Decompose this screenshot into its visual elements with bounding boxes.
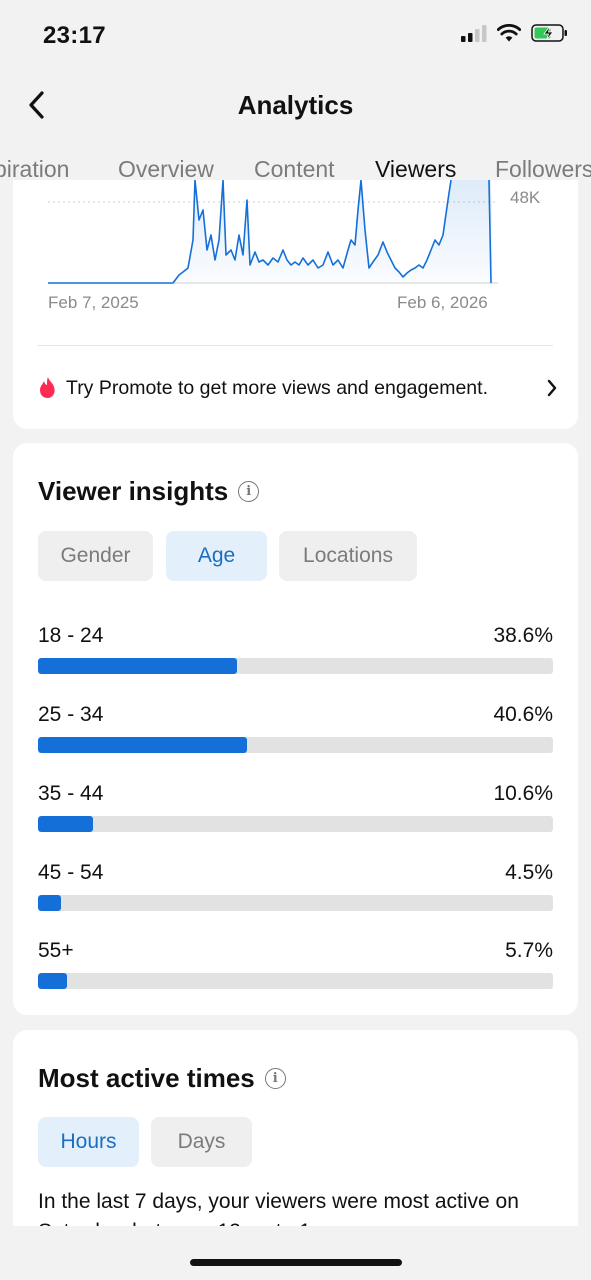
card-divider: [38, 345, 553, 346]
promote-link[interactable]: Try Promote to get more views and engage…: [38, 373, 558, 403]
chart-y-max-label: 48K: [510, 188, 541, 207]
age-row: 35 - 44 10.6%: [38, 782, 553, 842]
filter-locations[interactable]: Locations: [279, 531, 417, 581]
most-active-description: In the last 7 days, your viewers were mo…: [38, 1190, 519, 1226]
chevron-right-icon: [547, 379, 557, 397]
status-icons: [461, 24, 569, 42]
age-row: 55+ 5.7%: [38, 939, 553, 999]
battery-charging-icon: [531, 24, 567, 42]
age-bar-fill: [38, 737, 248, 753]
filter-days[interactable]: Days: [151, 1117, 252, 1167]
filter-hours[interactable]: Hours: [38, 1117, 139, 1167]
tab-content[interactable]: Content: [254, 156, 335, 183]
age-percentage: 40.6%: [493, 703, 553, 726]
age-label: 45 - 54: [38, 861, 104, 884]
age-label: 25 - 34: [38, 703, 104, 726]
viewer-insights-header: Viewer insights i: [38, 476, 260, 507]
flame-icon: [40, 377, 55, 398]
age-bar-track: [38, 816, 553, 832]
wifi-icon: [497, 24, 521, 42]
filter-age[interactable]: Age: [166, 531, 267, 581]
age-bar-fill: [38, 658, 237, 674]
chart-x-end-label: Feb 6, 2026: [397, 293, 488, 312]
signal-icon: [461, 24, 487, 42]
age-label: 35 - 44: [38, 782, 104, 805]
header: Analytics: [0, 70, 591, 140]
tab-overview[interactable]: Overview: [118, 156, 214, 183]
promote-text: Try Promote to get more views and engage…: [66, 376, 488, 399]
status-time: 23:17: [43, 22, 106, 49]
age-label: 55+: [38, 939, 74, 962]
age-bar-track: [38, 895, 553, 911]
viewer-insights-card: Viewer insights i Gender Age Locations 1…: [13, 443, 578, 1015]
page-title: Analytics: [237, 90, 354, 120]
info-icon[interactable]: i: [238, 481, 260, 502]
age-percentage: 5.7%: [505, 939, 553, 962]
home-indicator[interactable]: [190, 1259, 402, 1266]
most-active-title: Most active times: [38, 1063, 255, 1093]
views-chart-card: 48K Feb 7, 2025 Feb 6, 2026 Try Promote …: [13, 180, 578, 429]
age-bar-track: [38, 737, 553, 753]
filter-gender[interactable]: Gender: [38, 531, 153, 581]
age-percentage: 10.6%: [493, 782, 553, 805]
most-active-times-card: Most active times i Hours Days In the la…: [13, 1030, 578, 1226]
age-row: 45 - 54 4.5%: [38, 861, 553, 921]
chart-x-start-label: Feb 7, 2025: [48, 293, 139, 312]
tab-followers[interactable]: Followers: [495, 156, 591, 183]
tab-inspiration[interactable]: piration: [0, 156, 69, 183]
age-row: 25 - 34 40.6%: [38, 703, 553, 763]
tab-viewers[interactable]: Viewers: [375, 156, 456, 183]
info-icon[interactable]: i: [264, 1068, 286, 1089]
status-bar: 23:17: [0, 0, 591, 70]
age-bar-fill: [38, 816, 93, 832]
most-active-header: Most active times i: [38, 1063, 286, 1094]
views-line-chart: [48, 180, 498, 284]
age-bar-track: [38, 658, 553, 674]
age-percentage: 4.5%: [505, 861, 553, 884]
age-row: 18 - 24 38.6%: [38, 624, 553, 684]
age-percentage: 38.6%: [493, 624, 553, 647]
age-bar-fill: [38, 895, 62, 911]
age-bar-fill: [38, 973, 68, 989]
age-bar-track: [38, 973, 553, 989]
chart-area: [48, 180, 493, 283]
age-label: 18 - 24: [38, 624, 104, 647]
viewer-insights-title: Viewer insights: [38, 476, 229, 506]
